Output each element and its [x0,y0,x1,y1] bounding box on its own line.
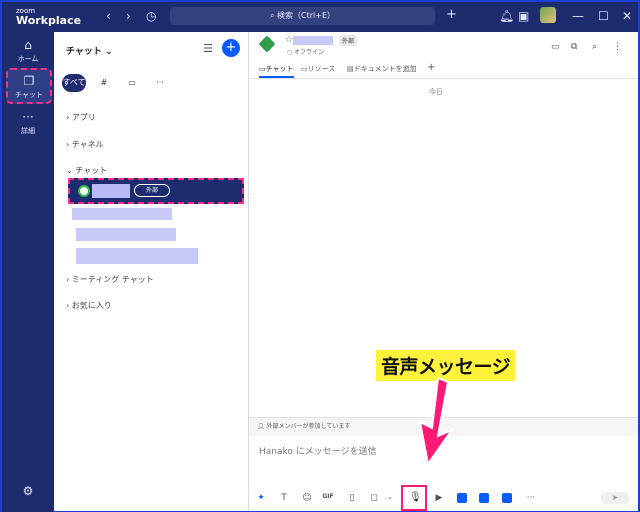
callout-arrow [418,376,455,466]
person-icon: 👤︎ [257,423,267,430]
external-notice-text: 外部メンバーが参加しています [266,423,351,430]
section-favorites[interactable]: › お気に入り [66,300,112,311]
search-icon: ⌕ [269,11,278,20]
chat-list-panel: チャット ⌄ ☰ + すべて # ▭ ··· › アプリ › チャネル ⌄ チャ… [54,32,249,511]
tab-add-document[interactable]: ▤ドキュメントを追加 [347,64,417,74]
zoom-logo: zoom Workplace [16,6,81,26]
forward-icon[interactable]: › [126,9,131,23]
gif-icon[interactable]: GIF [321,493,335,500]
chevron-down-icon[interactable]: ⌄ [383,493,397,501]
section-apps-label: アプリ [71,113,96,122]
screenshot-icon[interactable]: ◻ [367,493,381,503]
contact-avatar [258,35,276,53]
history-icon[interactable]: ◷ [146,9,156,23]
presence-status: ○ オフライン [287,47,324,56]
more-dots-icon[interactable]: ··· [524,493,538,503]
emoji-icon[interactable]: ☺ [300,493,314,503]
message-input[interactable]: Hanako にメッセージを送信 [259,444,377,457]
rail-item-more[interactable]: ··· 詳細 [2,110,54,136]
search-input[interactable]: ⌕ 検索（Ctrl+E） [170,7,435,25]
divider [249,78,638,79]
date-separator: 今日 [429,88,443,96]
bell-icon[interactable]: 🔔︎ [499,9,514,23]
section-chats-label: チャット [75,166,108,175]
maximize-icon[interactable]: ☐ [598,9,609,23]
chat-item-selected[interactable]: 外部 [68,178,244,204]
video-icon[interactable]: ▭ [551,42,560,52]
app-icon[interactable] [502,493,512,503]
title-bar: zoom Workplace ‹ › ◷ ⌕ 検索（Ctrl+E） + 🔔︎ ▣… [2,2,638,32]
chat-item[interactable] [76,248,198,264]
rail-item-label: チャット [15,91,43,99]
section-meeting-chats-label: ミーティング チャット [71,275,154,284]
tab-resources[interactable]: ▭リソース [301,64,335,74]
external-badge: 外部 [134,184,170,197]
search-icon[interactable]: ⌕ [592,42,597,52]
section-channels[interactable]: › チャネル [66,139,104,150]
more-icon[interactable]: ⋮ [613,42,622,52]
app-icon[interactable] [457,493,467,503]
section-channels-label: チャネル [71,140,104,149]
panel-title[interactable]: チャット ⌄ [66,44,113,57]
section-favorites-label: お気に入り [71,301,112,310]
whiteboard-icon[interactable]: ▣ [518,9,529,23]
tab-resources-label: リソース [307,65,336,73]
contact-avatar [78,185,90,197]
new-plus-icon[interactable]: + [446,7,457,22]
filter-icon[interactable]: ☰ [203,42,213,55]
add-tab-icon[interactable]: + [427,62,435,73]
microphone-icon: 🎙︎ [409,492,422,503]
tab-add-document-label: ドキュメントを追加 [353,65,417,73]
left-rail: ⌂ ホーム ❐ チャット ··· 詳細 ⚙ [2,32,54,512]
section-chats[interactable]: ⌄ チャット [66,165,107,176]
chat-bubbles-icon: ❐ [23,74,35,88]
home-icon: ⌂ [24,38,32,52]
screen-share-icon[interactable]: ⧉ [571,42,577,52]
ai-sparkle-icon[interactable]: ✦ [254,493,268,503]
external-badge: 外部 [339,35,358,46]
filter-more[interactable]: ··· [148,74,172,92]
back-icon[interactable]: ‹ [106,9,111,23]
gear-icon: ⚙ [22,484,34,498]
video-message-icon[interactable]: ▶ [432,493,446,503]
rail-item-chat[interactable]: ❐ チャット [6,68,52,104]
settings-button[interactable]: ⚙ [2,484,54,500]
text-format-icon[interactable]: T [277,493,291,503]
more-dots-icon: ··· [22,110,34,124]
minimize-icon[interactable]: — [572,9,584,23]
star-icon[interactable]: ☆ [285,35,293,45]
panel-title-text: チャット [66,47,102,57]
close-icon[interactable]: ✕ [622,9,632,23]
filter-channels[interactable]: # [92,74,116,92]
search-placeholder: 検索（Ctrl+E） [277,11,336,20]
filter-all[interactable]: すべて [62,74,86,92]
tab-chat-label: チャット [265,65,294,73]
section-apps[interactable]: › アプリ [66,112,96,123]
voice-message-button[interactable]: 🎙︎ [401,485,427,511]
send-button[interactable]: ➤ [601,492,629,504]
logo-big: Workplace [16,14,82,27]
rail-item-label: ホーム [17,55,39,63]
section-meeting-chats[interactable]: › ミーティング チャット [66,274,154,285]
contact-name-redacted [293,36,333,45]
new-chat-button[interactable]: + [222,39,240,57]
contact-name-redacted [92,184,130,198]
chat-item[interactable] [72,208,172,220]
zoom-window: zoom Workplace ‹ › ◷ ⌕ 検索（Ctrl+E） + 🔔︎ ▣… [0,0,640,512]
filter-chats[interactable]: ▭ [120,74,144,92]
rail-item-label: 詳細 [21,127,35,135]
file-icon[interactable]: ▯ [345,493,359,503]
chat-item[interactable] [76,228,176,241]
app-icon[interactable] [479,493,489,503]
rail-item-home[interactable]: ⌂ ホーム [2,38,54,64]
tab-chat[interactable]: ▭チャット [259,64,294,78]
speech-bubble-icon: ▭ [128,78,136,87]
send-icon: ➤ [611,493,619,502]
presence-status-text: オフライン [294,49,325,56]
avatar[interactable] [540,7,556,23]
chevron-down-icon: ⌄ [105,47,113,57]
